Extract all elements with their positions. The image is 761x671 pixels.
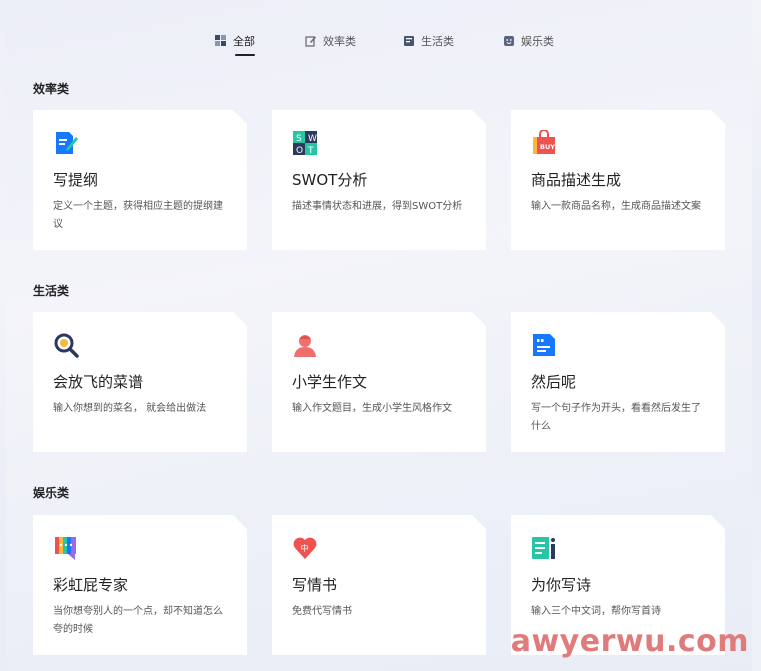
- card-student-essay[interactable]: 小学生作文 输入作文题目，生成小学生风格作文: [272, 312, 486, 452]
- heart-icon: 中: [292, 535, 318, 561]
- card-title: 写提纲: [53, 171, 99, 189]
- shopping-bag-icon: BUY: [531, 130, 557, 156]
- smile-icon: [503, 35, 515, 47]
- swot-icon: SWOT: [292, 130, 318, 156]
- card-description: 写一个句子作为开头，看看然后发生了什么: [531, 403, 701, 432]
- rainbow-chat-icon: [53, 535, 79, 561]
- card-description: 输入一款商品名称，生成商品描述文案: [531, 201, 701, 212]
- svg-text:W: W: [308, 134, 317, 144]
- svg-text:T: T: [307, 146, 314, 156]
- document-edit-icon: [53, 130, 79, 156]
- tab-all[interactable]: 全部: [215, 28, 255, 56]
- book-icon: [403, 35, 415, 47]
- card-description: 当你想夸别人的一个点，却不知道怎么夸的时候: [53, 606, 223, 635]
- tab-label: 全部: [233, 35, 255, 48]
- tab-label: 娱乐类: [521, 35, 554, 48]
- card-title: 彩虹屁专家: [53, 576, 129, 594]
- card-description: 免费代写情书: [292, 606, 352, 617]
- site-watermark: awyerwu.com: [510, 624, 749, 659]
- section-title-life: 生活类: [33, 284, 70, 298]
- card-title: 商品描述生成: [531, 171, 622, 189]
- card-rainbow-praise[interactable]: 彩虹屁专家 当你想夸别人的一个点，却不知道怎么夸的时候: [33, 515, 247, 655]
- edit-icon: [305, 35, 317, 47]
- tab-label: 效率类: [323, 35, 356, 48]
- student-icon: [292, 332, 318, 358]
- poem-icon: [531, 535, 557, 561]
- card-product-description[interactable]: BUY 商品描述生成 输入一款商品名称，生成商品描述文案: [511, 110, 725, 250]
- tab-life[interactable]: 生活类: [403, 28, 454, 54]
- card-recipe[interactable]: 会放飞的菜谱 输入你想到的菜名， 就会给出做法: [33, 312, 247, 452]
- card-love-letter[interactable]: 中 写情书 免费代写情书: [272, 515, 486, 655]
- card-title: 会放飞的菜谱: [53, 373, 144, 391]
- grid-icon: [215, 35, 227, 47]
- card-outline[interactable]: 写提纲 定义一个主题，获得相应主题的提纲建议: [33, 110, 247, 250]
- tab-entertainment[interactable]: 娱乐类: [503, 28, 554, 54]
- search-food-icon: [53, 332, 79, 358]
- svg-text:中: 中: [301, 543, 309, 553]
- quote-card-icon: [531, 332, 557, 358]
- svg-text:O: O: [296, 146, 303, 156]
- card-description: 描述事情状态和进展，得到SWOT分析: [292, 201, 463, 212]
- card-title: 为你写诗: [531, 576, 592, 594]
- card-title: 然后呢: [531, 373, 577, 391]
- tab-label: 生活类: [421, 35, 454, 48]
- svg-text:S: S: [296, 134, 302, 144]
- tab-efficiency[interactable]: 效率类: [305, 28, 356, 54]
- svg-text:BUY: BUY: [540, 143, 555, 151]
- card-swot[interactable]: SWOT SWOT分析 描述事情状态和进展，得到SWOT分析: [272, 110, 486, 250]
- card-description: 定义一个主题，获得相应主题的提纲建议: [53, 201, 223, 230]
- section-title-efficiency: 效率类: [33, 82, 70, 96]
- card-description: 输入作文题目，生成小学生风格作文: [292, 403, 452, 414]
- category-tabs: 全部 效率类 生活类 娱乐类: [0, 28, 761, 58]
- card-what-next[interactable]: 然后呢 写一个句子作为开头，看看然后发生了什么: [511, 312, 725, 452]
- card-description: 输入三个中文词，帮你写首诗: [531, 606, 661, 617]
- section-title-entertainment: 娱乐类: [33, 486, 70, 500]
- card-title: SWOT分析: [292, 171, 368, 189]
- card-title: 小学生作文: [292, 373, 368, 391]
- card-description: 输入你想到的菜名， 就会给出做法: [53, 403, 207, 414]
- card-title: 写情书: [292, 576, 338, 594]
